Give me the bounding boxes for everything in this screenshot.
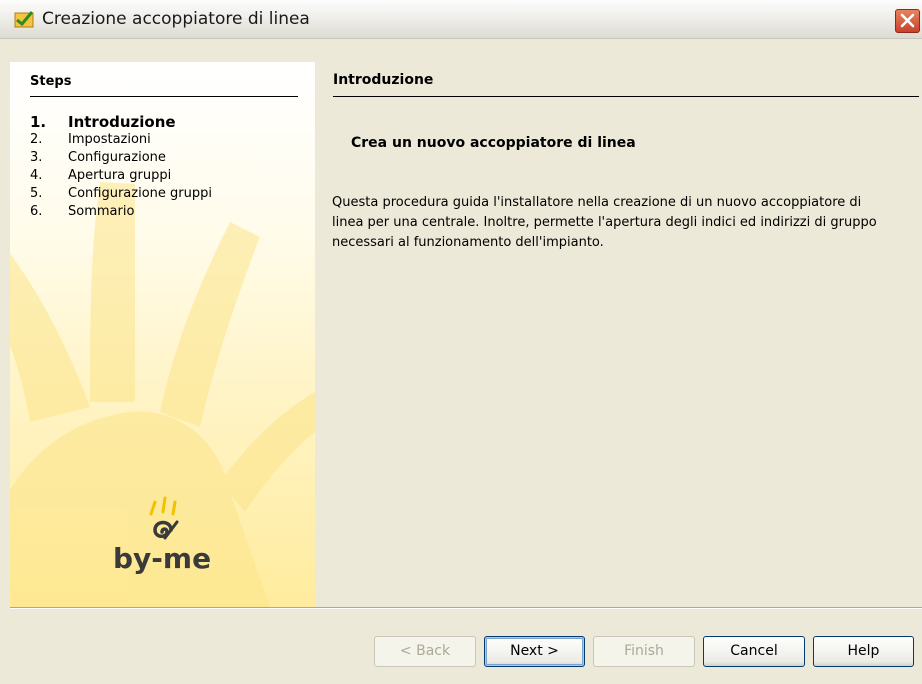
content-pane: Introduzione Crea un nuovo accoppiatore … xyxy=(315,62,922,607)
title-bar[interactable]: Creazione accoppiatore di linea xyxy=(0,0,922,39)
content-description: Questa procedura guida l'installatore ne… xyxy=(332,195,877,250)
step-item-configurazione-gruppi: 5. Configurazione gruppi xyxy=(30,185,310,203)
step-label: Introduzione xyxy=(68,113,176,131)
window-title: Creazione accoppiatore di linea xyxy=(42,9,310,29)
step-item-configurazione: 3. Configurazione xyxy=(30,149,310,167)
step-number: 4. xyxy=(30,168,43,183)
button-bar-separator xyxy=(10,607,922,609)
content-heading: Introduzione xyxy=(333,72,919,97)
step-item-introduzione: 1. Introduzione xyxy=(30,113,310,131)
step-item-apertura-gruppi: 4. Apertura gruppi xyxy=(30,167,310,185)
step-item-sommario: 6. Sommario xyxy=(30,203,310,221)
byme-logo: by-me xyxy=(113,496,211,575)
finish-button[interactable]: Finish xyxy=(593,636,695,667)
step-number: 1. xyxy=(30,113,47,131)
step-label: Apertura gruppi xyxy=(68,168,172,183)
cancel-button[interactable]: Cancel xyxy=(703,636,805,667)
close-button[interactable] xyxy=(895,9,920,33)
step-label: Configurazione gruppi xyxy=(68,186,212,201)
steps-pane: Steps 1. Introduzione 2. Impostazioni 3.… xyxy=(10,62,315,607)
step-label: Sommario xyxy=(68,204,135,219)
steps-list: 1. Introduzione 2. Impostazioni 3. Confi… xyxy=(30,113,310,221)
next-button[interactable]: Next > xyxy=(484,636,585,667)
step-label: Impostazioni xyxy=(68,132,151,147)
step-number: 5. xyxy=(30,186,43,201)
app-icon xyxy=(14,10,34,28)
step-item-impostazioni: 2. Impostazioni xyxy=(30,131,310,149)
back-button[interactable]: < Back xyxy=(374,636,476,667)
help-button[interactable]: Help xyxy=(813,636,914,667)
step-number: 3. xyxy=(30,150,43,165)
step-number: 2. xyxy=(30,132,43,147)
wizard-window: Creazione accoppiatore di linea Steps 1.… xyxy=(0,0,922,684)
steps-heading: Steps xyxy=(30,74,298,97)
step-label: Configurazione xyxy=(68,150,166,165)
svg-text:by-me: by-me xyxy=(113,542,211,575)
content-subtitle: Crea un nuovo accoppiatore di linea xyxy=(351,135,636,151)
close-icon xyxy=(900,13,915,28)
step-number: 6. xyxy=(30,204,43,219)
